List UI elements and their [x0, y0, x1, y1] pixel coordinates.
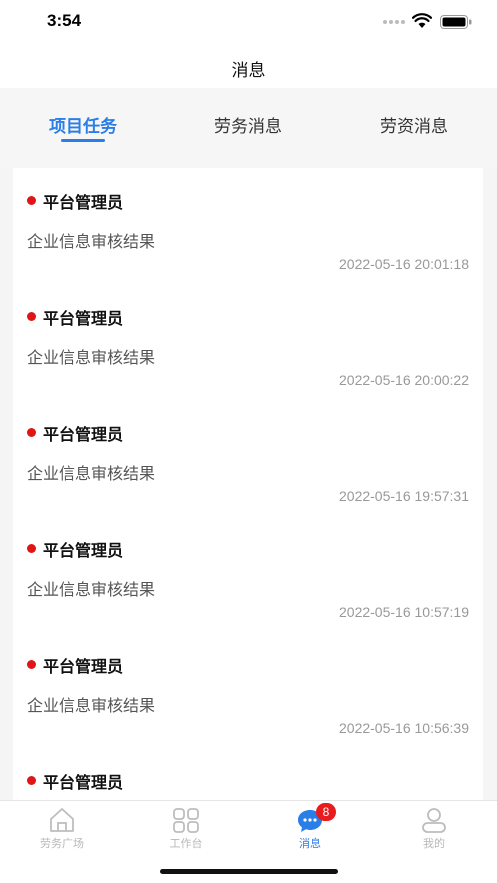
message-subject: 企业信息审核结果: [27, 696, 156, 715]
tab-label: 我的: [423, 837, 445, 850]
tab-labor-messages[interactable]: 劳务消息: [178, 112, 318, 137]
message-tabs: 项目任务 劳务消息 劳资消息: [0, 88, 497, 168]
battery-icon: [440, 15, 472, 29]
message-time: 2022-05-16 20:01:18: [339, 256, 469, 272]
status-time: 3:54: [47, 11, 82, 30]
message-sender: 平台管理员: [43, 425, 124, 444]
home-indicator[interactable]: [160, 869, 338, 874]
cellular-icon: [383, 20, 405, 24]
unread-dot: [27, 544, 36, 553]
unread-count-badge: 8: [316, 803, 336, 821]
wifi-icon: [412, 13, 432, 28]
tab-wage-messages[interactable]: 劳资消息: [344, 112, 484, 137]
message-sender: 平台管理员: [43, 541, 124, 560]
active-tab-indicator: [61, 139, 105, 142]
unread-dot: [27, 196, 36, 205]
message-time: 2022-05-16 20:00:22: [339, 372, 469, 388]
tab-label: 工作台: [169, 837, 203, 850]
list-item[interactable]: 平台管理员 企业信息审核结果 2022-05-16 20:01:18: [13, 168, 483, 284]
nav-bar: 消息: [0, 44, 497, 88]
unread-dot: [27, 660, 36, 669]
status-bar: 3:54: [0, 0, 497, 44]
message-subject: 企业信息审核结果: [27, 232, 156, 251]
list-item[interactable]: 平台管理员 企业信息审核结果 2022-05-16 20:00:22: [13, 284, 483, 400]
list-item[interactable]: 平台管理员 企业信息审核结果 2022-05-16 19:57:31: [13, 400, 483, 516]
unread-dot: [27, 312, 36, 321]
message-sender: 平台管理员: [43, 193, 124, 212]
message-subject: 企业信息审核结果: [27, 464, 156, 483]
unread-dot: [27, 428, 36, 437]
tab-labor-square[interactable]: 劳务广场: [0, 805, 124, 855]
tab-mine[interactable]: 我的: [372, 805, 496, 855]
unread-dot: [27, 776, 36, 785]
grid-icon: [173, 808, 199, 833]
tab-project-tasks[interactable]: 项目任务: [13, 112, 153, 137]
message-sender: 平台管理员: [43, 773, 124, 792]
message-sender: 平台管理员: [43, 657, 124, 676]
tab-label: 劳务广场: [40, 837, 84, 850]
message-time: 2022-05-16 10:56:39: [339, 720, 469, 736]
user-icon: [422, 808, 446, 833]
tab-label: 消息: [299, 837, 321, 850]
message-time: 2022-05-16 19:57:31: [339, 488, 469, 504]
message-sender: 平台管理员: [43, 309, 124, 328]
home-icon: [50, 808, 74, 832]
list-item[interactable]: 平台管理员: [13, 748, 483, 800]
list-item[interactable]: 平台管理员 企业信息审核结果 2022-05-16 10:56:39: [13, 632, 483, 748]
message-list[interactable]: 平台管理员 企业信息审核结果 2022-05-16 20:01:18 平台管理员…: [13, 168, 483, 800]
tab-workbench[interactable]: 工作台: [124, 805, 248, 855]
page-title: 消息: [231, 61, 266, 81]
message-subject: 企业信息审核结果: [27, 348, 156, 367]
tab-messages[interactable]: 8 消息: [248, 803, 372, 855]
list-item[interactable]: 平台管理员 企业信息审核结果 2022-05-16 10:57:19: [13, 516, 483, 632]
message-time: 2022-05-16 10:57:19: [339, 604, 469, 620]
message-subject: 企业信息审核结果: [27, 580, 156, 599]
